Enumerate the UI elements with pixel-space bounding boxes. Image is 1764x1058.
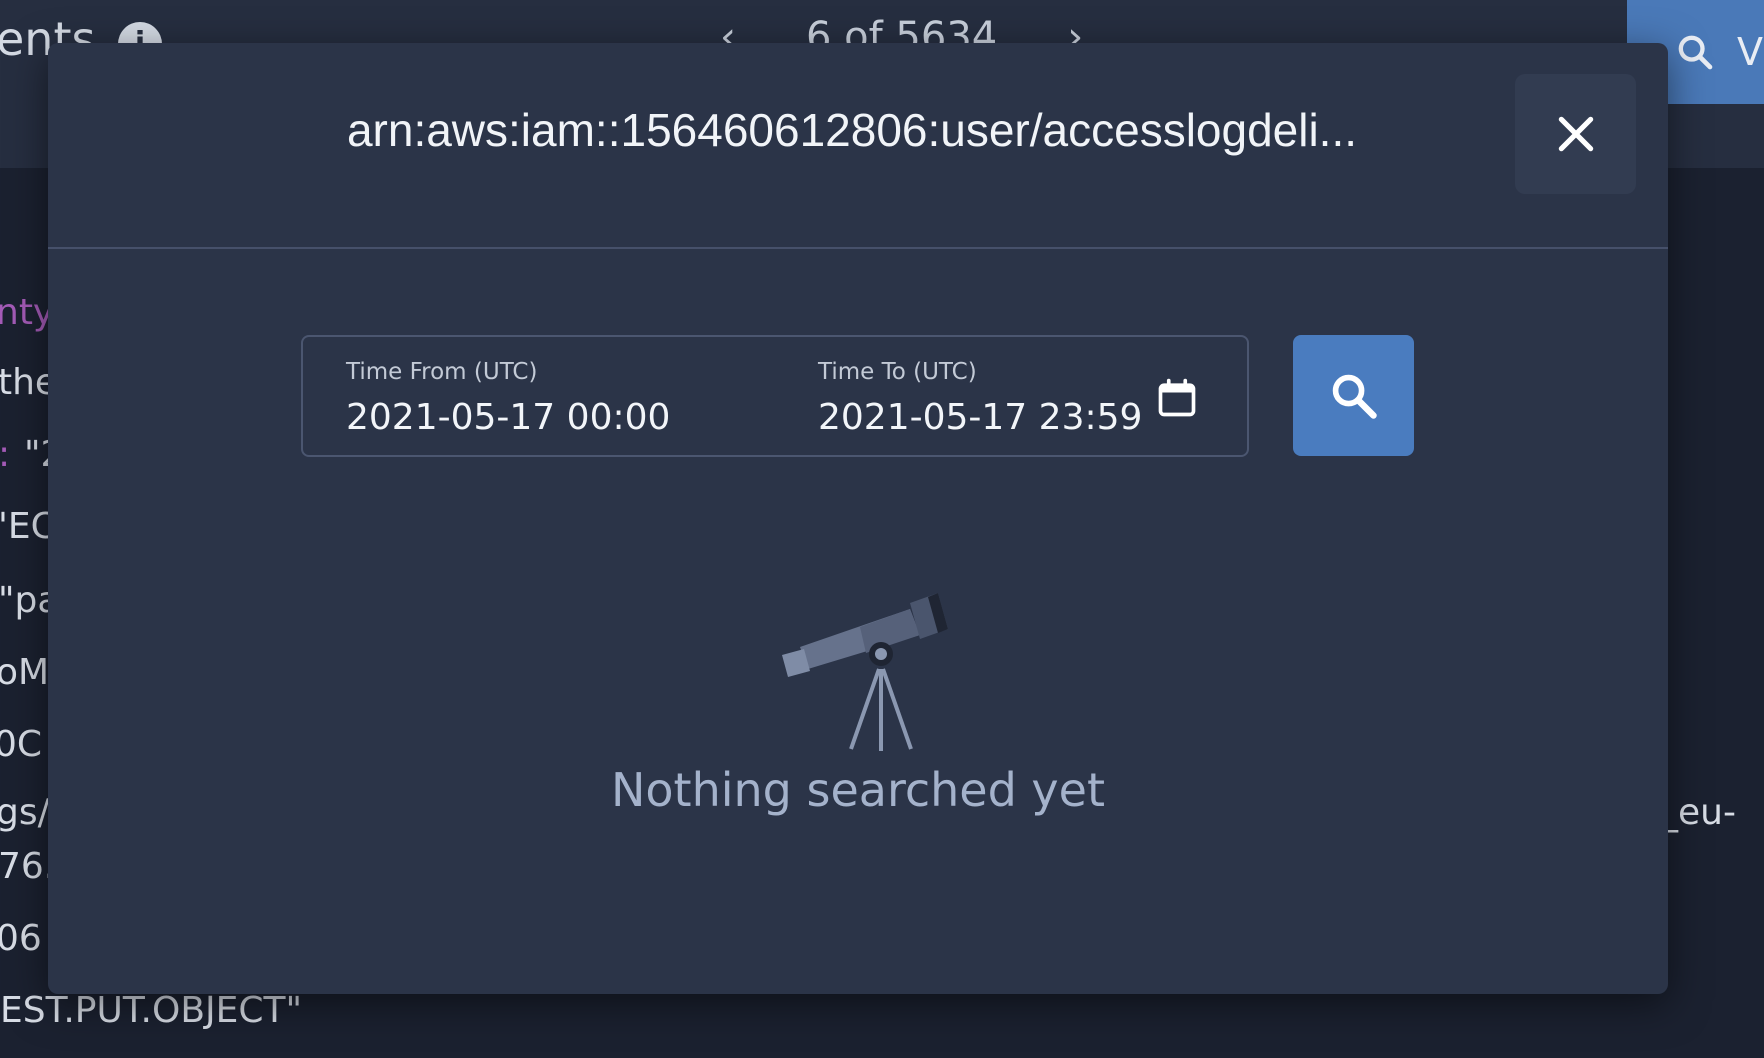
time-to-value[interactable]: 2021-05-17 23:59 [818, 397, 1142, 438]
empty-state-message: Nothing searched yet [611, 763, 1105, 817]
telescope-icon [782, 593, 948, 751]
code-line: oM [0, 652, 50, 693]
time-from-label: Time From (UTC) [346, 359, 538, 385]
time-to-label: Time To (UTC) [818, 359, 977, 385]
code-line: 76. [0, 846, 56, 887]
modal-title: arn:aws:iam::156460612806:user/accesslog… [346, 104, 1358, 156]
code-line: nty [0, 292, 55, 333]
code-line: 06 [0, 918, 42, 959]
time-from-value[interactable]: 2021-05-17 00:00 [346, 397, 670, 438]
background-search-label: V [1737, 30, 1763, 74]
search-icon [1678, 35, 1713, 70]
close-button[interactable] [1515, 74, 1636, 194]
calendar-icon[interactable] [1155, 375, 1199, 421]
code-line: : [0, 434, 10, 475]
date-range-picker[interactable]: Time From (UTC) 2021-05-17 00:00 Time To… [301, 335, 1249, 457]
close-icon [1558, 116, 1593, 152]
code-line: EST.PUT.OBJECT" [0, 990, 303, 1031]
search-icon [1332, 374, 1377, 419]
code-line: gs/ [0, 792, 50, 833]
code-line: _eu- [1660, 792, 1736, 833]
time-to-field[interactable]: Time To (UTC) 2021-05-17 23:59 [818, 359, 1142, 438]
code-line: 0C [0, 724, 43, 765]
time-from-field[interactable]: Time From (UTC) 2021-05-17 00:00 [346, 359, 670, 438]
time-range-modal: arn:aws:iam::156460612806:user/accesslog… [48, 43, 1668, 994]
search-button[interactable] [1293, 335, 1414, 456]
modal-divider [48, 247, 1668, 249]
